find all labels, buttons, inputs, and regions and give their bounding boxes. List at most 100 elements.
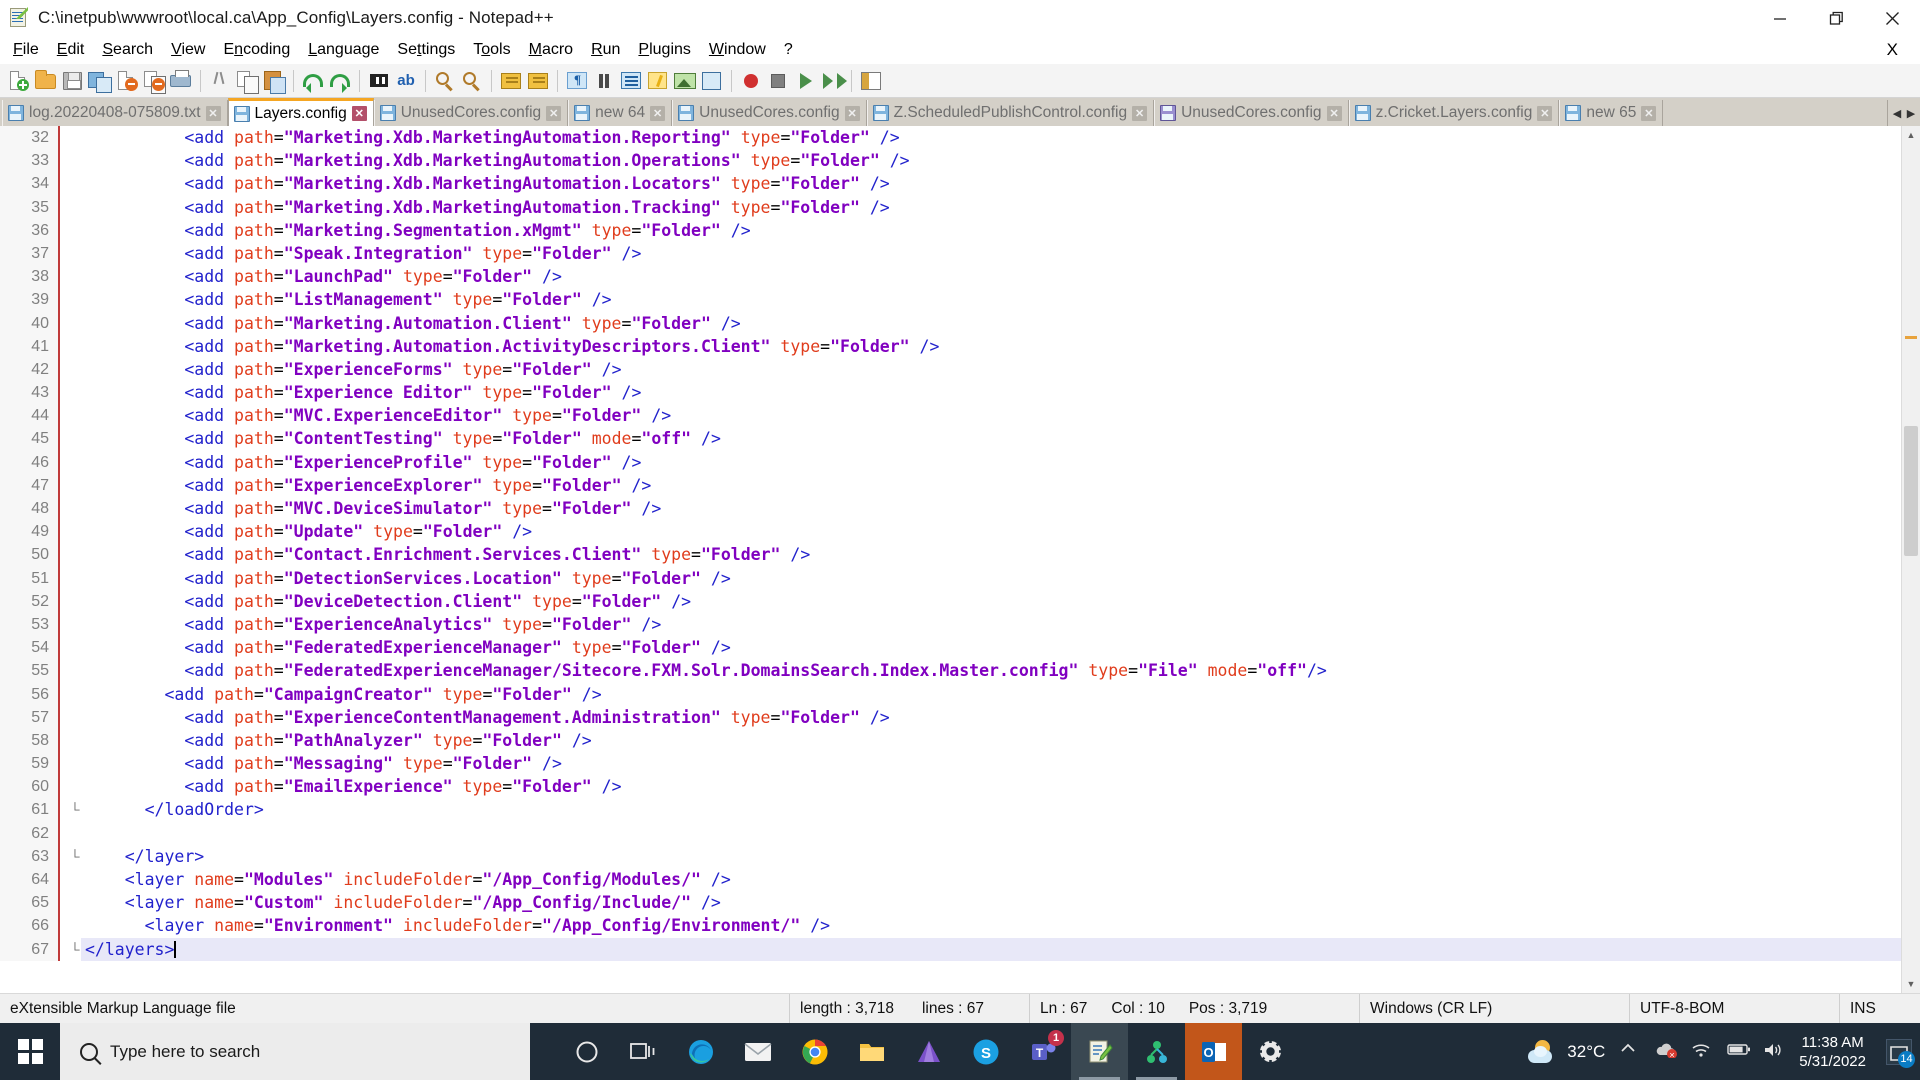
bookmark-margin[interactable]	[58, 357, 69, 382]
code-line[interactable]: 34 <add path="Marketing.Xdb.MarketingAut…	[0, 172, 1901, 196]
menu-search[interactable]: Search	[93, 39, 162, 61]
cortana-icon[interactable]	[558, 1023, 615, 1080]
bookmark-margin[interactable]	[58, 218, 69, 242]
code-line[interactable]: 62	[0, 821, 1901, 845]
code-line[interactable]: 39 <add path="ListManagement" type="Fold…	[0, 288, 1901, 312]
code-editor[interactable]: 32 <add path="Marketing.Xdb.MarketingAut…	[0, 126, 1901, 993]
fold-margin[interactable]	[69, 891, 81, 915]
document-tab[interactable]: UnusedCores.config ✕	[672, 100, 867, 126]
code-line[interactable]: 41 <add path="Marketing.Automation.Activ…	[0, 334, 1901, 358]
bookmark-margin[interactable]	[58, 728, 69, 753]
fold-margin[interactable]	[69, 497, 81, 521]
bookmark-margin[interactable]	[58, 381, 69, 405]
fold-margin[interactable]	[69, 636, 81, 660]
bookmark-margin[interactable]	[58, 937, 69, 961]
bookmark-margin[interactable]	[58, 798, 69, 822]
print-button[interactable]	[168, 68, 194, 94]
code-line[interactable]: 43 <add path="Experience Editor" type="F…	[0, 381, 1901, 405]
bookmark-margin[interactable]	[58, 682, 69, 706]
word-wrap-button[interactable]	[564, 68, 590, 94]
document-tab[interactable]: UnusedCores.config ✕	[373, 100, 569, 126]
document-tab[interactable]: UnusedCores.config ✕	[1154, 100, 1349, 126]
bookmark-margin[interactable]	[58, 126, 69, 150]
sync-horizontal-scroll-button[interactable]	[525, 68, 551, 94]
bookmark-margin[interactable]	[58, 705, 69, 729]
bookmark-margin[interactable]	[58, 636, 69, 660]
fold-margin[interactable]	[69, 612, 81, 637]
code-line[interactable]: 37 <add path="Speak.Integration" type="F…	[0, 241, 1901, 266]
code-line[interactable]: 48 <add path="MVC.DeviceSimulator" type=…	[0, 497, 1901, 521]
zoom-out-button[interactable]	[459, 68, 485, 94]
code-line[interactable]: 35 <add path="Marketing.Xdb.MarketingAut…	[0, 195, 1901, 219]
fold-margin[interactable]	[69, 543, 81, 567]
document-map-button[interactable]	[858, 68, 884, 94]
document-tab[interactable]: new 65 ✕	[1559, 100, 1664, 126]
menu-edit[interactable]: Edit	[48, 39, 94, 61]
close-file-button[interactable]	[114, 68, 140, 94]
outlook-icon[interactable]: O	[1185, 1023, 1242, 1080]
tab-scroll-left-button[interactable]: ◀	[1890, 102, 1904, 124]
fold-margin[interactable]	[69, 589, 81, 613]
menu-window[interactable]: Window	[700, 39, 775, 61]
tab-scroll-right-button[interactable]: ▶	[1904, 102, 1918, 124]
taskbar-clock[interactable]: 11:38 AM 5/31/2022	[1799, 1033, 1872, 1071]
user-language-button[interactable]	[672, 68, 698, 94]
document-tab-close-icon[interactable]: ✕	[1326, 105, 1342, 121]
fold-margin[interactable]	[69, 520, 81, 544]
code-line[interactable]: 54 <add path="FederatedExperienceManager…	[0, 636, 1901, 660]
bookmark-margin[interactable]	[58, 589, 69, 613]
network-icon[interactable]	[1691, 1042, 1713, 1062]
document-tab-close-icon[interactable]: ✕	[650, 105, 666, 121]
fold-margin[interactable]	[69, 126, 81, 150]
code-line[interactable]: 61 └ </loadOrder>	[0, 798, 1901, 822]
document-tab[interactable]: new 64 ✕	[568, 100, 673, 126]
close-button[interactable]	[1864, 0, 1920, 36]
save-all-button[interactable]	[87, 68, 113, 94]
vertical-scrollbar[interactable]: ▲ ▼	[1901, 126, 1920, 993]
fold-margin[interactable]	[69, 195, 81, 219]
bookmark-margin[interactable]	[58, 265, 69, 289]
sourcetree-icon[interactable]	[1128, 1023, 1185, 1080]
code-line[interactable]: 36 <add path="Marketing.Segmentation.xMg…	[0, 218, 1901, 242]
code-line[interactable]: 64 <layer name="Modules" includeFolder="…	[0, 868, 1901, 892]
scrollbar-thumb[interactable]	[1904, 426, 1918, 556]
settings-icon[interactable]	[1242, 1023, 1299, 1080]
bookmark-margin[interactable]	[58, 149, 69, 173]
code-line[interactable]: 67 └ </layers>	[0, 937, 1901, 961]
copy-button[interactable]	[234, 68, 260, 94]
fold-margin[interactable]	[69, 357, 81, 382]
pause-button[interactable]	[591, 68, 617, 94]
code-line[interactable]: 38 <add path="LaunchPad" type="Folder" /…	[0, 265, 1901, 289]
document-tab[interactable]: log.20220408-075809.txt ✕	[2, 100, 228, 126]
skype-icon[interactable]: S	[957, 1023, 1014, 1080]
macro-record-button[interactable]	[738, 68, 764, 94]
close-document-button[interactable]: X	[1881, 40, 1904, 60]
code-line[interactable]: 46 <add path="ExperienceProfile" type="F…	[0, 450, 1901, 474]
bookmark-margin[interactable]	[58, 612, 69, 637]
bookmark-margin[interactable]	[58, 914, 69, 938]
fold-margin[interactable]	[69, 149, 81, 173]
mail-icon[interactable]	[729, 1023, 786, 1080]
bookmark-margin[interactable]	[58, 404, 69, 428]
fold-margin[interactable]	[69, 566, 81, 590]
fold-margin[interactable]: └	[69, 937, 81, 961]
close-all-button[interactable]	[141, 68, 167, 94]
fold-margin[interactable]	[69, 241, 81, 266]
fold-margin[interactable]	[69, 404, 81, 428]
code-line[interactable]: 40 <add path="Marketing.Automation.Clien…	[0, 311, 1901, 335]
code-line[interactable]: 44 <add path="MVC.ExperienceEditor" type…	[0, 404, 1901, 428]
fold-margin[interactable]	[69, 334, 81, 358]
edge-icon[interactable]	[672, 1023, 729, 1080]
bookmark-margin[interactable]	[58, 241, 69, 266]
code-line[interactable]: 45 <add path="ContentTesting" type="Fold…	[0, 427, 1901, 451]
fold-margin[interactable]: └	[69, 798, 81, 822]
document-tab[interactable]: z.Cricket.Layers.config ✕	[1348, 100, 1560, 126]
document-tab-close-icon[interactable]: ✕	[1641, 105, 1657, 121]
onedrive-error-icon[interactable]: ✕	[1655, 1042, 1678, 1062]
menu-encoding[interactable]: Encoding	[214, 39, 299, 61]
fold-margin[interactable]	[69, 473, 81, 497]
bookmark-margin[interactable]	[58, 543, 69, 567]
zoom-in-button[interactable]	[432, 68, 458, 94]
indent-guide-button[interactable]	[645, 68, 671, 94]
menu-settings[interactable]: Settings	[388, 39, 464, 61]
